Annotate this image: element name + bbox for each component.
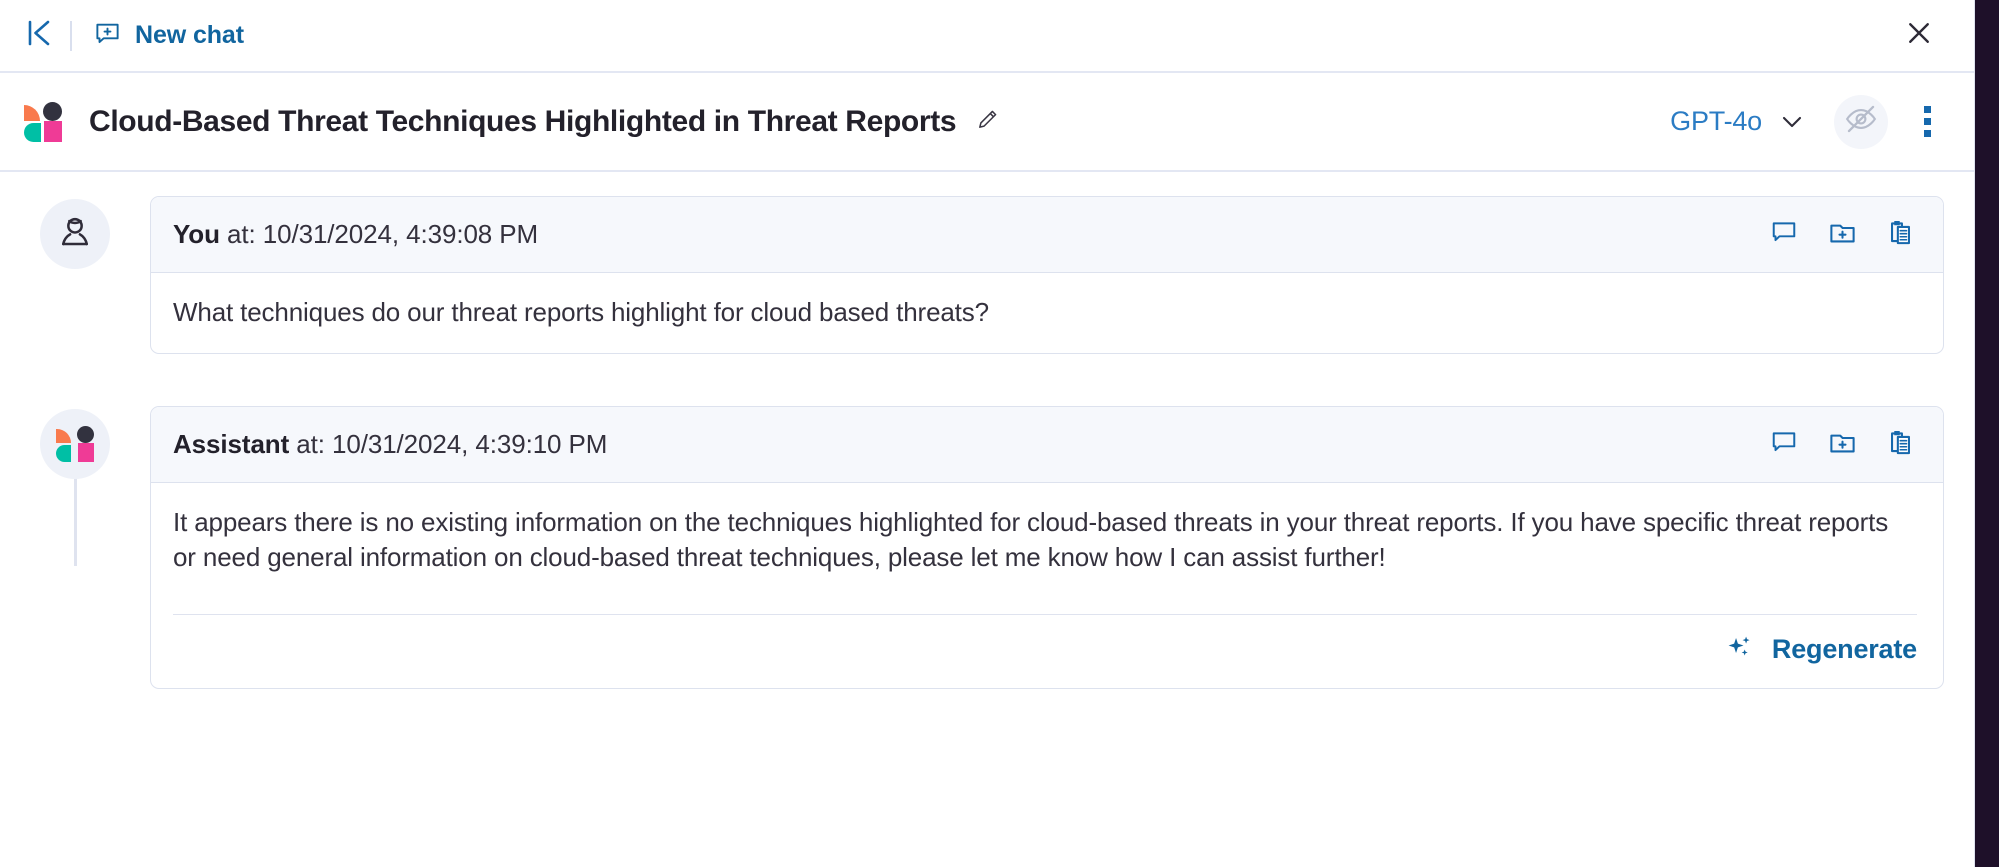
message-header: You at: 10/31/2024, 4:39:08 PM [151, 197, 1943, 273]
add-to-folder-icon [1828, 218, 1857, 252]
message-gutter [0, 406, 150, 480]
brand-logo-orange-shape [24, 104, 40, 121]
message-author: You [173, 219, 220, 249]
close-icon [1904, 18, 1934, 53]
chat-panel: New chat Cloud-Based Threat Techniques H… [0, 0, 1975, 867]
comment-icon [1770, 428, 1798, 461]
chat-title: Cloud-Based Threat Techniques Highlighte… [89, 104, 957, 138]
message-timestamp: at: 10/31/2024, 4:39:08 PM [219, 219, 539, 249]
topbar-divider [70, 20, 72, 51]
chat-panel-screen: New chat Cloud-Based Threat Techniques H… [0, 0, 1999, 867]
message-timestamp: at: 10/31/2024, 4:39:10 PM [289, 429, 608, 460]
new-chat-button[interactable]: New chat [94, 20, 244, 52]
brand-logo-pink-square [78, 443, 94, 463]
regenerate-button[interactable]: Regenerate [1726, 633, 1917, 666]
add-to-folder-button[interactable] [1825, 218, 1859, 252]
message-actions [1767, 428, 1917, 462]
kebab-menu-icon-dot [1923, 130, 1931, 137]
model-selector-label: GPT-4o [1670, 106, 1762, 136]
model-selector[interactable]: GPT-4o [1670, 106, 1804, 137]
copy-button[interactable] [1883, 218, 1917, 252]
message-meta: Assistant at: 10/31/2024, 4:39:10 PM [173, 429, 607, 460]
message-gutter [0, 196, 150, 269]
regenerate-label: Regenerate [1771, 633, 1917, 664]
sparkles-icon [1726, 633, 1754, 666]
message-assistant: Assistant at: 10/31/2024, 4:39:10 PM It … [0, 406, 1944, 689]
assistant-avatar [40, 409, 110, 480]
brand-logo-dark-circle [43, 101, 62, 121]
eye-off-icon [1844, 102, 1878, 141]
person-icon [56, 213, 94, 256]
panel-topbar: New chat [0, 0, 1974, 73]
visibility-toggle-button[interactable] [1834, 94, 1888, 149]
brand-logo-teal-shape [24, 122, 41, 142]
message-card: Assistant at: 10/31/2024, 4:39:10 PM It … [150, 406, 1944, 689]
add-to-folder-icon [1828, 428, 1857, 462]
kebab-menu-icon-dot [1923, 118, 1931, 125]
comment-button[interactable] [1767, 428, 1801, 462]
edit-chat-title-button[interactable] [972, 107, 1002, 137]
chat-overflow-menu-button[interactable] [1910, 99, 1944, 145]
brand-logo-orange-shape [56, 429, 71, 444]
message-footer: Regenerate [151, 615, 1943, 688]
new-chat-label: New chat [135, 21, 244, 49]
message-body: It appears there is no existing informat… [173, 507, 1889, 572]
close-panel-button[interactable] [1898, 15, 1940, 57]
message-user: You at: 10/31/2024, 4:39:08 PM What tech… [0, 196, 1944, 355]
chevron-down-icon [1780, 114, 1804, 130]
message-meta: You at: 10/31/2024, 4:39:08 PM [173, 219, 538, 250]
copy-clipboard-icon [1886, 428, 1915, 462]
copy-clipboard-icon [1886, 218, 1915, 252]
add-to-folder-button[interactable] [1825, 428, 1859, 462]
user-avatar [40, 199, 110, 269]
pencil-edit-icon [976, 108, 999, 136]
collapse-panel-button[interactable] [22, 19, 56, 53]
new-chat-bubble-plus-icon [94, 20, 121, 52]
brand-logo-pink-square [44, 120, 62, 142]
comment-icon [1770, 218, 1798, 251]
page-edge-strip [1975, 0, 1999, 867]
brand-logo-mark [56, 426, 94, 463]
message-actions [1767, 218, 1917, 252]
chat-title-row: Cloud-Based Threat Techniques Highlighte… [0, 73, 1974, 172]
message-author: Assistant [173, 429, 290, 460]
message-header: Assistant at: 10/31/2024, 4:39:10 PM [151, 407, 1943, 484]
conversation-list: You at: 10/31/2024, 4:39:08 PM What tech… [0, 172, 1974, 867]
comment-button[interactable] [1767, 218, 1801, 252]
brand-logo-mark [24, 101, 62, 142]
kebab-menu-icon [1923, 106, 1931, 113]
copy-button[interactable] [1883, 428, 1917, 462]
collapse-panel-icon [26, 19, 52, 52]
brand-logo-dark-circle [77, 426, 94, 444]
message-body: What techniques do our threat reports hi… [173, 297, 989, 327]
message-card: You at: 10/31/2024, 4:39:08 PM What tech… [150, 196, 1944, 355]
brand-logo-teal-shape [56, 445, 71, 463]
